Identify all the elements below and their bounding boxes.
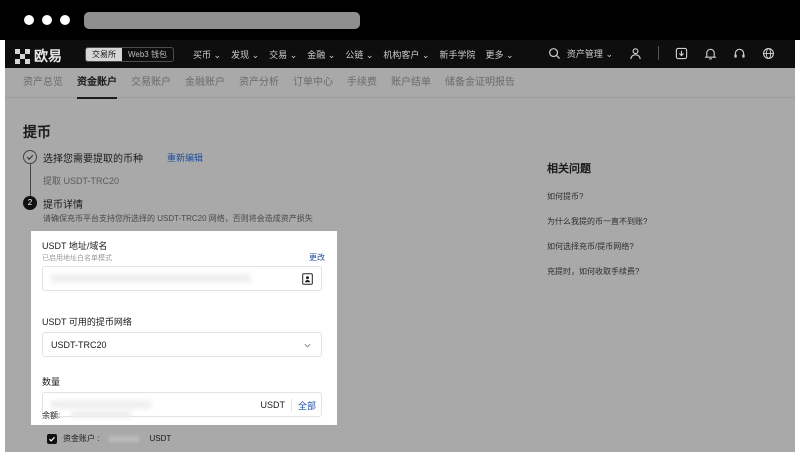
funding-account-unit: USDT [149, 434, 172, 443]
user-icon[interactable] [629, 47, 642, 60]
funding-account-checkbox[interactable] [47, 433, 57, 444]
balance-label: 余额: [42, 411, 61, 420]
menu-item-trade[interactable]: 交易 ⌄ [269, 48, 297, 61]
main-menu: 买币 ⌄ 发现 ⌄ 交易 ⌄ 金融 ⌄ 公链 ⌄ 机构客户 ⌄ 新手学院 更多 … [193, 48, 514, 61]
tab-order-center[interactable]: 订单中心 [293, 68, 333, 98]
globe-icon[interactable] [762, 47, 775, 60]
network-select[interactable]: USDT-TRC20 [42, 332, 322, 357]
selected-coin: 提取 USDT-TRC20 [43, 176, 120, 186]
tab-trading-account[interactable]: 交易账户 [131, 68, 171, 98]
chevron-down-icon: ⌄ [506, 50, 514, 60]
menu-item-academy[interactable]: 新手学院 [439, 48, 475, 61]
url-bar[interactable] [84, 12, 360, 29]
network-label: USDT 可用的提币网络 [42, 317, 132, 327]
whitelist-hint: 已启用地址白名单模式 [42, 255, 112, 262]
menu-item-discover[interactable]: 发现 ⌄ [231, 48, 259, 61]
browser-chrome [0, 0, 800, 40]
bell-icon[interactable] [704, 47, 717, 60]
mode-switch: 交易所 Web3 钱包 [85, 47, 174, 62]
nav-divider [658, 46, 659, 60]
window-dot-icon [60, 15, 70, 25]
top-nav: 欧易 交易所 Web3 钱包 买币 ⌄ 发现 ⌄ 交易 ⌄ 金融 ⌄ 公链 ⌄ … [5, 40, 795, 68]
withdraw-all-button[interactable]: 全部 [298, 399, 316, 412]
network-warning: 请确保充币平台支持您所选择的 USDT-TRC20 网络，否则将会造成资产损失 [43, 214, 313, 223]
funding-account-row[interactable]: 资金账户 : USDT [47, 433, 171, 444]
funding-account-label: 资金账户 : [63, 434, 100, 443]
page-title: 提币 [23, 124, 51, 140]
asset-management-menu[interactable]: 资产管理 ⌄ [567, 47, 613, 60]
address-label: USDT 地址/域名 [42, 241, 108, 251]
faq-item[interactable]: 如何提币? [547, 191, 583, 202]
amount-divider [291, 398, 292, 412]
faq-item[interactable]: 充提时，如何收取手续费? [547, 266, 639, 277]
faq-title: 相关问题 [547, 163, 591, 175]
window-dot-icon [42, 15, 52, 25]
tab-finance-account[interactable]: 金融账户 [185, 68, 225, 98]
tab-exchange[interactable]: 交易所 [86, 48, 122, 61]
faq-item[interactable]: 如何选择充币/提币网络? [547, 241, 634, 252]
chevron-down-icon: ⌄ [365, 50, 374, 60]
chevron-down-icon: ⌄ [213, 50, 222, 60]
chevron-down-icon: ⌄ [289, 50, 298, 60]
menu-item-institutional[interactable]: 机构客户 ⌄ [383, 48, 429, 61]
step2-number-badge: 2 [23, 196, 37, 210]
withdraw-form-panel: USDT 地址/域名 已启用地址白名单模式 更改 USDT 可用的提币网络 US… [31, 231, 337, 425]
funding-balance-blurred [109, 435, 140, 442]
menu-item-buy[interactable]: 买币 ⌄ [193, 48, 221, 61]
tab-asset-analysis[interactable]: 资产分析 [239, 68, 279, 98]
step2-title: 提币详情 [43, 200, 83, 211]
tab-web3-wallet[interactable]: Web3 钱包 [122, 48, 173, 61]
logo-text: 欧易 [34, 48, 62, 64]
amount-unit: USDT [260, 400, 286, 410]
logo[interactable]: 欧易 [15, 46, 62, 66]
tab-statements[interactable]: 账户结单 [391, 68, 431, 98]
balance-value-blurred [71, 411, 131, 418]
chevron-down-icon: ⌄ [327, 50, 336, 60]
menu-item-more[interactable]: 更多 ⌄ [485, 48, 513, 61]
re-edit-link[interactable]: 重新编辑 [167, 151, 203, 164]
chevron-down-icon: ⌄ [251, 50, 260, 60]
address-value-blurred [51, 274, 251, 283]
chevron-down-icon: ⌄ [605, 48, 613, 59]
tab-asset-overview[interactable]: 资产总览 [23, 68, 63, 98]
step1-title: 选择您需要提取的币种 [43, 154, 143, 165]
account-subtabs: 资产总览 资金账户 交易账户 金融账户 资产分析 订单中心 手续费 账户结单 储… [5, 68, 795, 99]
app-window: 欧易 交易所 Web3 钱包 买币 ⌄ 发现 ⌄ 交易 ⌄ 金融 ⌄ 公链 ⌄ … [5, 40, 795, 452]
search-icon[interactable] [548, 47, 561, 60]
faq-item[interactable]: 为什么我提的币一直不到账? [547, 216, 647, 227]
tab-fees[interactable]: 手续费 [347, 68, 377, 98]
address-input[interactable] [42, 266, 322, 291]
tab-funding-account[interactable]: 资金账户 [77, 68, 117, 99]
amount-value-blurred [51, 400, 151, 409]
step-complete-check-icon [23, 150, 37, 164]
nav-tools: 资产管理 ⌄ [548, 46, 775, 60]
menu-item-chain[interactable]: 公链 ⌄ [345, 48, 373, 61]
network-selected-value: USDT-TRC20 [51, 340, 107, 350]
address-book-icon[interactable] [302, 273, 313, 285]
chevron-down-icon: ⌄ [421, 50, 430, 60]
chevron-down-icon [304, 343, 311, 348]
tab-proof-of-reserves[interactable]: 储备金证明报告 [445, 68, 515, 98]
step-connector [30, 164, 31, 196]
download-icon[interactable] [675, 47, 688, 60]
headset-icon[interactable] [733, 47, 746, 60]
amount-label: 数量 [42, 377, 61, 387]
change-address-link[interactable]: 更改 [309, 252, 325, 263]
okx-logo-icon [15, 48, 30, 64]
menu-item-finance[interactable]: 金融 ⌄ [307, 48, 335, 61]
window-dot-icon [24, 15, 34, 25]
